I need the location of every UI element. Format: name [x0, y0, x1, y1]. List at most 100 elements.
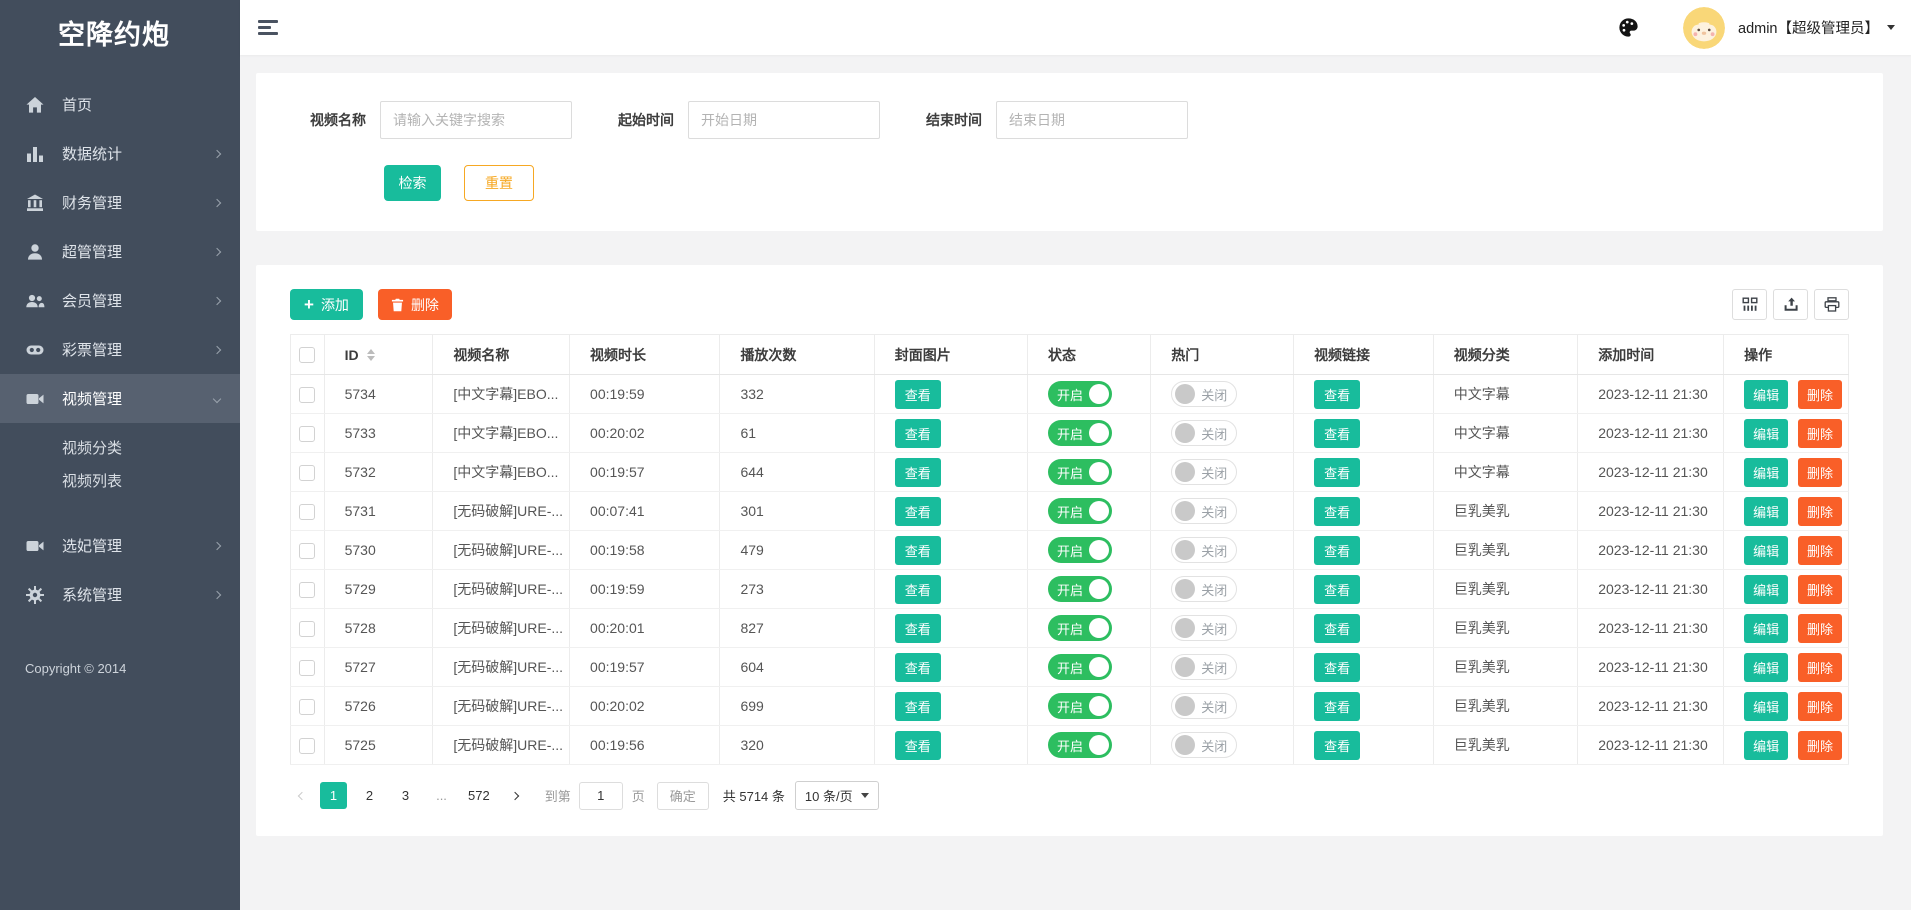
bulk-delete-button[interactable]: 删除	[378, 289, 452, 320]
row-checkbox[interactable]	[299, 387, 315, 403]
view-cover-button[interactable]: 查看	[895, 692, 941, 721]
view-link-button[interactable]: 查看	[1314, 458, 1360, 487]
status-toggle-on[interactable]: 开启	[1048, 654, 1112, 680]
sidebar-item-video[interactable]: 视频管理	[0, 374, 240, 423]
row-checkbox[interactable]	[299, 660, 315, 676]
theme-palette-icon[interactable]	[1618, 17, 1639, 38]
status-toggle-on[interactable]: 开启	[1048, 537, 1112, 563]
view-link-button[interactable]: 查看	[1314, 536, 1360, 565]
edit-button[interactable]: 编辑	[1744, 692, 1788, 721]
status-toggle-on[interactable]: 开启	[1048, 576, 1112, 602]
hot-toggle-off[interactable]: 关闭	[1171, 732, 1237, 758]
delete-row-button[interactable]: 删除	[1798, 458, 1842, 487]
reset-button[interactable]: 重置	[464, 165, 534, 201]
delete-row-button[interactable]: 删除	[1798, 380, 1842, 409]
hot-toggle-off[interactable]: 关闭	[1171, 615, 1237, 641]
print-button[interactable]	[1814, 289, 1849, 320]
edit-button[interactable]: 编辑	[1744, 575, 1788, 604]
status-toggle-on[interactable]: 开启	[1048, 693, 1112, 719]
status-toggle-on[interactable]: 开启	[1048, 381, 1112, 407]
view-cover-button[interactable]: 查看	[895, 614, 941, 643]
edit-button[interactable]: 编辑	[1744, 380, 1788, 409]
sidebar-item-stats[interactable]: 数据统计	[0, 129, 240, 178]
start-date-input[interactable]	[688, 101, 880, 139]
edit-button[interactable]: 编辑	[1744, 458, 1788, 487]
view-link-button[interactable]: 查看	[1314, 614, 1360, 643]
columns-toggle-button[interactable]	[1732, 289, 1767, 320]
view-link-button[interactable]: 查看	[1314, 497, 1360, 526]
view-link-button[interactable]: 查看	[1314, 575, 1360, 604]
delete-row-button[interactable]: 删除	[1798, 575, 1842, 604]
search-button[interactable]: 检索	[384, 165, 441, 201]
next-page-button[interactable]	[503, 782, 527, 809]
row-checkbox[interactable]	[299, 426, 315, 442]
row-checkbox[interactable]	[299, 699, 315, 715]
menu-toggle-icon[interactable]	[258, 20, 278, 35]
sidebar-item-lottery[interactable]: 彩票管理	[0, 325, 240, 374]
add-button[interactable]: + 添加	[290, 289, 363, 320]
hot-toggle-off[interactable]: 关闭	[1171, 459, 1237, 485]
status-toggle-on[interactable]: 开启	[1048, 732, 1112, 758]
avatar[interactable]	[1683, 7, 1725, 49]
per-page-select[interactable]: 10 条/页	[795, 781, 879, 810]
delete-row-button[interactable]: 删除	[1798, 614, 1842, 643]
select-all-checkbox[interactable]	[299, 347, 315, 363]
sidebar-item-home[interactable]: 首页	[0, 80, 240, 129]
sidebar-subitem-video-category[interactable]: 视频分类	[0, 431, 240, 464]
page-number[interactable]: 2	[356, 782, 383, 809]
sidebar-subitem-video-list[interactable]: 视频列表	[0, 464, 240, 497]
delete-row-button[interactable]: 删除	[1798, 419, 1842, 448]
hot-toggle-off[interactable]: 关闭	[1171, 693, 1237, 719]
edit-button[interactable]: 编辑	[1744, 731, 1788, 760]
delete-row-button[interactable]: 删除	[1798, 536, 1842, 565]
page-number[interactable]: 1	[320, 782, 347, 809]
view-cover-button[interactable]: 查看	[895, 575, 941, 604]
edit-button[interactable]: 编辑	[1744, 497, 1788, 526]
status-toggle-on[interactable]: 开启	[1048, 459, 1112, 485]
row-checkbox[interactable]	[299, 738, 315, 754]
edit-button[interactable]: 编辑	[1744, 536, 1788, 565]
edit-button[interactable]: 编辑	[1744, 614, 1788, 643]
view-cover-button[interactable]: 查看	[895, 731, 941, 760]
hot-toggle-off[interactable]: 关闭	[1171, 576, 1237, 602]
sidebar-item-concubine[interactable]: 选妃管理	[0, 521, 240, 570]
sidebar-item-members[interactable]: 会员管理	[0, 276, 240, 325]
view-link-button[interactable]: 查看	[1314, 692, 1360, 721]
end-date-input[interactable]	[996, 101, 1188, 139]
status-toggle-on[interactable]: 开启	[1048, 615, 1112, 641]
hot-toggle-off[interactable]: 关闭	[1171, 537, 1237, 563]
hot-toggle-off[interactable]: 关闭	[1171, 420, 1237, 446]
view-link-button[interactable]: 查看	[1314, 653, 1360, 682]
page-number[interactable]: 3	[392, 782, 419, 809]
view-link-button[interactable]: 查看	[1314, 380, 1360, 409]
goto-page-input[interactable]	[579, 782, 623, 810]
view-cover-button[interactable]: 查看	[895, 497, 941, 526]
row-checkbox[interactable]	[299, 543, 315, 559]
edit-button[interactable]: 编辑	[1744, 653, 1788, 682]
sidebar-item-finance[interactable]: 财务管理	[0, 178, 240, 227]
view-cover-button[interactable]: 查看	[895, 653, 941, 682]
view-cover-button[interactable]: 查看	[895, 380, 941, 409]
export-button[interactable]	[1773, 289, 1808, 320]
row-checkbox[interactable]	[299, 621, 315, 637]
view-link-button[interactable]: 查看	[1314, 731, 1360, 760]
sidebar-item-system[interactable]: 系统管理	[0, 570, 240, 619]
goto-confirm-button[interactable]: 确定	[657, 782, 709, 810]
delete-row-button[interactable]: 删除	[1798, 692, 1842, 721]
status-toggle-on[interactable]: 开启	[1048, 420, 1112, 446]
edit-button[interactable]: 编辑	[1744, 419, 1788, 448]
delete-row-button[interactable]: 删除	[1798, 731, 1842, 760]
row-checkbox[interactable]	[299, 504, 315, 520]
row-checkbox[interactable]	[299, 465, 315, 481]
delete-row-button[interactable]: 删除	[1798, 653, 1842, 682]
view-link-button[interactable]: 查看	[1314, 419, 1360, 448]
status-toggle-on[interactable]: 开启	[1048, 498, 1112, 524]
sort-icon[interactable]	[367, 349, 375, 361]
sidebar-item-superadmin[interactable]: 超管管理	[0, 227, 240, 276]
delete-row-button[interactable]: 删除	[1798, 497, 1842, 526]
hot-toggle-off[interactable]: 关闭	[1171, 654, 1237, 680]
view-cover-button[interactable]: 查看	[895, 419, 941, 448]
prev-page-button[interactable]	[290, 782, 314, 809]
view-cover-button[interactable]: 查看	[895, 458, 941, 487]
admin-dropdown[interactable]: admin【超级管理员】	[1738, 17, 1895, 38]
